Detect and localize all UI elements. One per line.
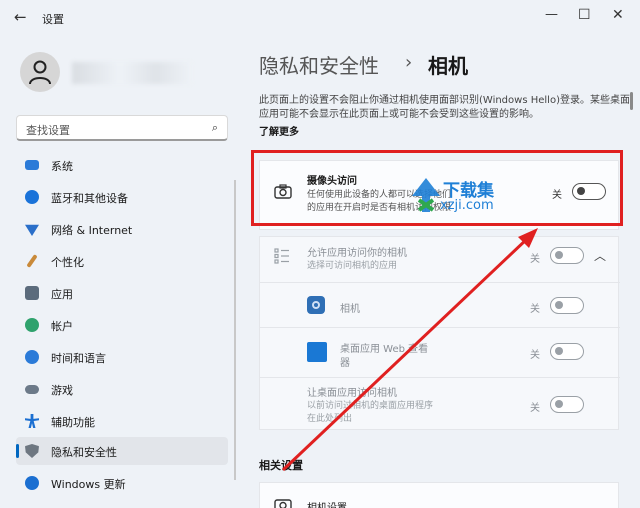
annotation-arrow (281, 228, 538, 472)
